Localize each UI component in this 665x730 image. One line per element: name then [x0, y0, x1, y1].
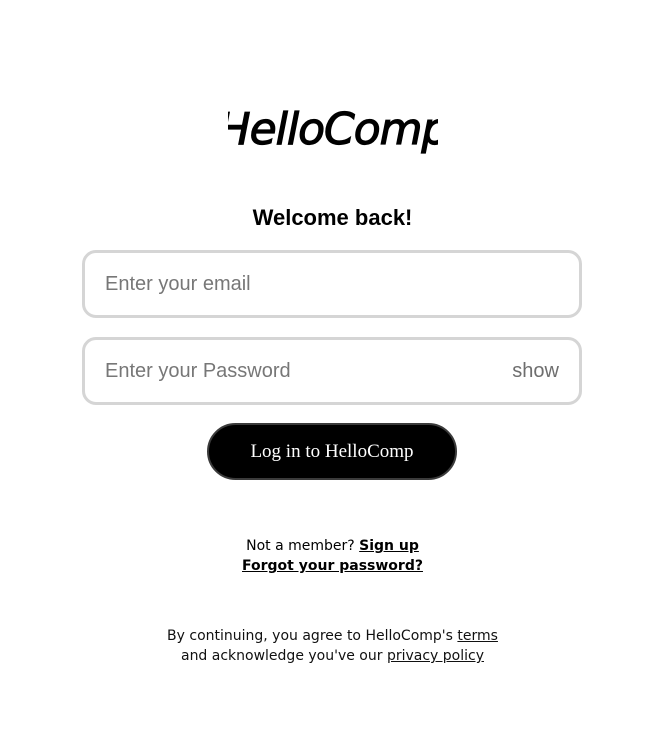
signup-link[interactable]: Sign up [359, 538, 419, 554]
legal-text-1: By continuing, you agree to HelloComp's [167, 628, 458, 644]
password-input[interactable] [105, 340, 485, 402]
page-title: Welcome back! [252, 205, 413, 230]
legal-text-2: and acknowledge you've our [180, 648, 387, 664]
signup-prompt-text: Not a member? [246, 538, 360, 554]
forgot-password-row: Forgot your password? [0, 556, 665, 576]
legal-line-terms: By continuing, you agree to HelloComp's … [0, 626, 665, 646]
hellocomp-logo: HelloComp [0, 92, 665, 168]
email-input[interactable] [105, 253, 560, 315]
logo-text: HelloComp [228, 104, 438, 155]
login-button[interactable]: Log in to HelloComp [207, 423, 457, 480]
legal-line-privacy: and acknowledge you've our privacy polic… [0, 646, 665, 666]
logo-wordmark: HelloComp [228, 103, 438, 155]
signup-prompt: Not a member? Sign up [0, 536, 665, 556]
privacy-policy-link[interactable]: privacy policy [387, 648, 484, 664]
password-field-container: show [82, 337, 582, 405]
forgot-password-link[interactable]: Forgot your password? [242, 558, 423, 574]
terms-link[interactable]: terms [457, 628, 498, 644]
show-password-toggle[interactable]: show [512, 340, 559, 402]
email-field-container [82, 250, 582, 318]
